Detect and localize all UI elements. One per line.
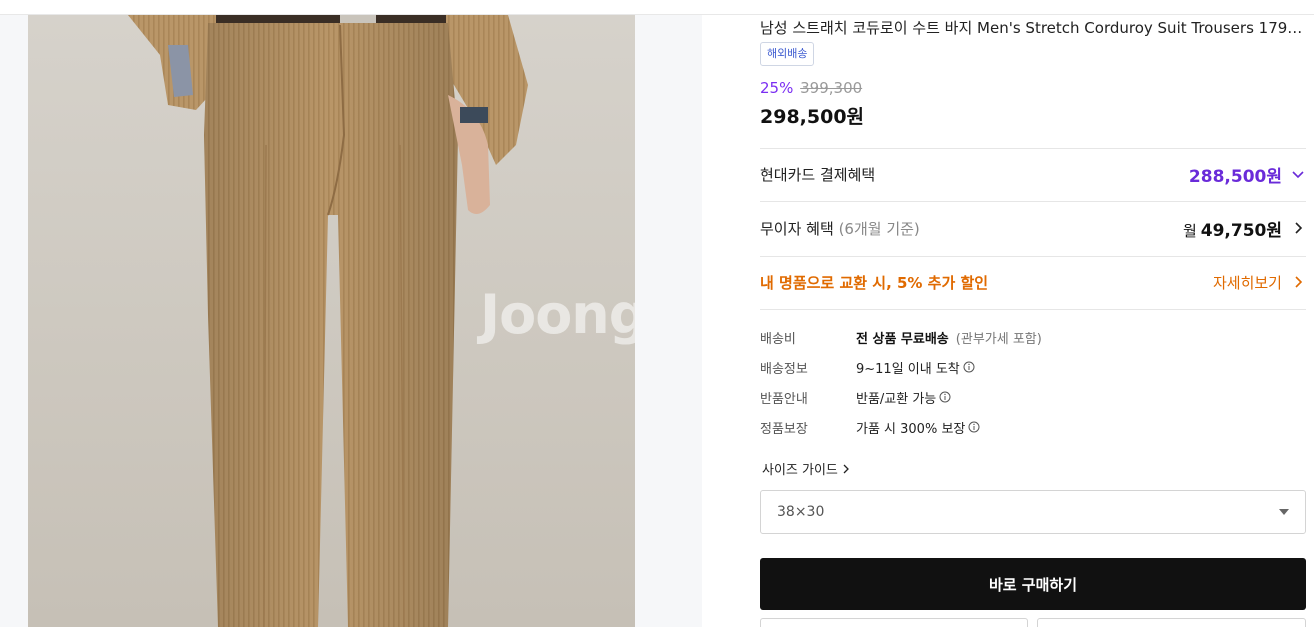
spec-label: 배송정보 — [760, 361, 808, 377]
secondary-button-left[interactable] — [760, 618, 1028, 627]
spec-authenticity: 정품보장 가품 시 300% 보장 — [760, 417, 980, 437]
spec-delivery: 배송정보 9~11일 이내 도착 — [760, 357, 975, 377]
product-title: 남성 스트래치 코듀로이 수트 바지 Men's Stretch Corduro… — [760, 19, 1306, 37]
trade-in-details-link[interactable]: 자세히보기 — [1213, 272, 1282, 293]
trade-in-row[interactable]: 내 명품으로 교환 시, 5% 추가 할인 자세히보기 — [760, 269, 1306, 295]
discount-rate: 25% — [760, 79, 794, 97]
card-benefit-price: 288,500원 — [1188, 166, 1282, 187]
interest-free-row[interactable]: 무이자 혜택 (6개월 기준) 월 49,750원 — [760, 215, 1306, 241]
spec-value: 전 상품 무료배송 — [856, 331, 949, 347]
divider — [760, 256, 1306, 257]
info-icon[interactable] — [963, 361, 975, 373]
size-select[interactable]: 38×30 — [760, 490, 1306, 534]
final-price: 298,500원 — [760, 106, 865, 128]
card-benefit-label: 현대카드 결제혜택 — [760, 165, 876, 184]
watermark-text: Joonggo — [480, 283, 635, 346]
chevron-right-icon — [843, 464, 849, 473]
spec-label: 배송비 — [760, 331, 796, 347]
original-price: 399,300 — [800, 79, 863, 97]
card-benefit-row[interactable]: 현대카드 결제혜택 288,500원 — [760, 161, 1306, 187]
interest-free-sub: (6개월 기준) — [838, 219, 920, 238]
secondary-button-right[interactable] — [1037, 618, 1306, 627]
divider — [760, 148, 1306, 149]
product-image[interactable]: Joonggo — [28, 15, 635, 627]
divider — [760, 309, 1306, 310]
info-icon[interactable] — [939, 391, 951, 403]
top-bar — [0, 0, 1314, 15]
spec-value: 가품 시 300% 보장 — [856, 421, 966, 437]
spec-shipping-fee: 배송비 전 상품 무료배송 (관부가세 포함) — [760, 327, 1042, 347]
info-icon[interactable] — [968, 421, 980, 433]
size-select-value: 38×30 — [777, 504, 825, 520]
trade-in-label: 내 명품으로 교환 시, 5% 추가 할인 — [760, 273, 989, 292]
price-row: 25% 399,300 — [760, 79, 862, 97]
monthly-prefix: 월 — [1182, 221, 1197, 240]
chevron-right-icon[interactable] — [1290, 274, 1306, 290]
size-guide-label: 사이즈 가이드 — [762, 463, 838, 478]
interest-free-label-group: 무이자 혜택 (6개월 기준) — [760, 218, 920, 239]
buy-now-button[interactable]: 바로 구매하기 — [760, 558, 1306, 610]
overseas-shipping-badge: 해외배송 — [760, 42, 815, 66]
spec-value: 9~11일 이내 도착 — [856, 361, 960, 377]
spec-value: 반품/교환 가능 — [856, 391, 937, 407]
interest-free-label: 무이자 혜택 — [760, 219, 834, 238]
chevron-right-icon[interactable] — [1290, 220, 1306, 236]
spec-return: 반품안내 반품/교환 가능 — [760, 387, 951, 407]
chevron-down-icon[interactable] — [1290, 166, 1306, 182]
size-guide-link[interactable]: 사이즈 가이드 — [762, 459, 852, 478]
monthly-installment: 월 49,750원 — [1183, 216, 1282, 241]
caret-down-icon — [1279, 509, 1289, 515]
spec-label: 반품안내 — [760, 391, 808, 407]
divider — [760, 201, 1306, 202]
spec-note: (관부가세 포함) — [955, 331, 1042, 347]
monthly-price: 49,750원 — [1200, 220, 1282, 241]
spec-label: 정품보장 — [760, 421, 808, 437]
